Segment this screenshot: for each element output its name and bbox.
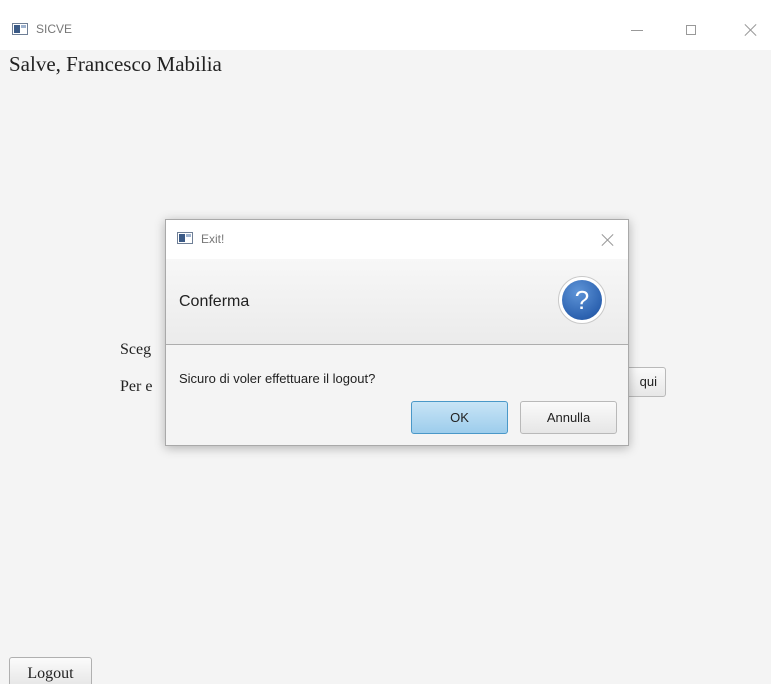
maximize-button[interactable]	[668, 16, 714, 44]
dialog-close-button[interactable]	[594, 228, 622, 252]
dialog-title: Exit!	[201, 232, 225, 246]
close-icon	[601, 233, 615, 247]
logout-button[interactable]: Logout	[9, 657, 92, 684]
ok-button[interactable]: OK	[411, 401, 508, 434]
minimize-icon	[631, 29, 643, 31]
window-title: SICVE	[36, 22, 73, 36]
dialog-titlebar[interactable]: Exit!	[166, 220, 628, 259]
question-icon: ?	[558, 276, 606, 324]
instruction-label: Per e	[120, 378, 153, 395]
choose-label: Sceg	[120, 341, 152, 358]
app-icon	[12, 23, 28, 35]
dialog-header-text: Conferma	[179, 293, 250, 310]
greeting-label: Salve, Francesco Mabilia	[9, 52, 222, 76]
question-mark-glyph: ?	[562, 280, 602, 320]
logout-confirm-dialog: Exit! Conferma ? Sicuro di voler effettu…	[165, 219, 629, 446]
minimize-button[interactable]	[614, 16, 660, 44]
cancel-button[interactable]: Annulla	[520, 401, 617, 434]
window-titlebar[interactable]: SICVE	[0, 0, 771, 50]
dialog-app-icon	[177, 232, 193, 244]
close-icon	[744, 23, 758, 37]
close-button[interactable]	[728, 16, 771, 44]
dialog-message: Sicuro di voler effettuare il logout?	[179, 371, 376, 386]
dialog-header: Conferma ?	[166, 259, 628, 345]
maximize-icon	[686, 25, 696, 35]
main-window: SICVE Salve, Francesco Mabilia Sceg Per …	[0, 0, 771, 684]
